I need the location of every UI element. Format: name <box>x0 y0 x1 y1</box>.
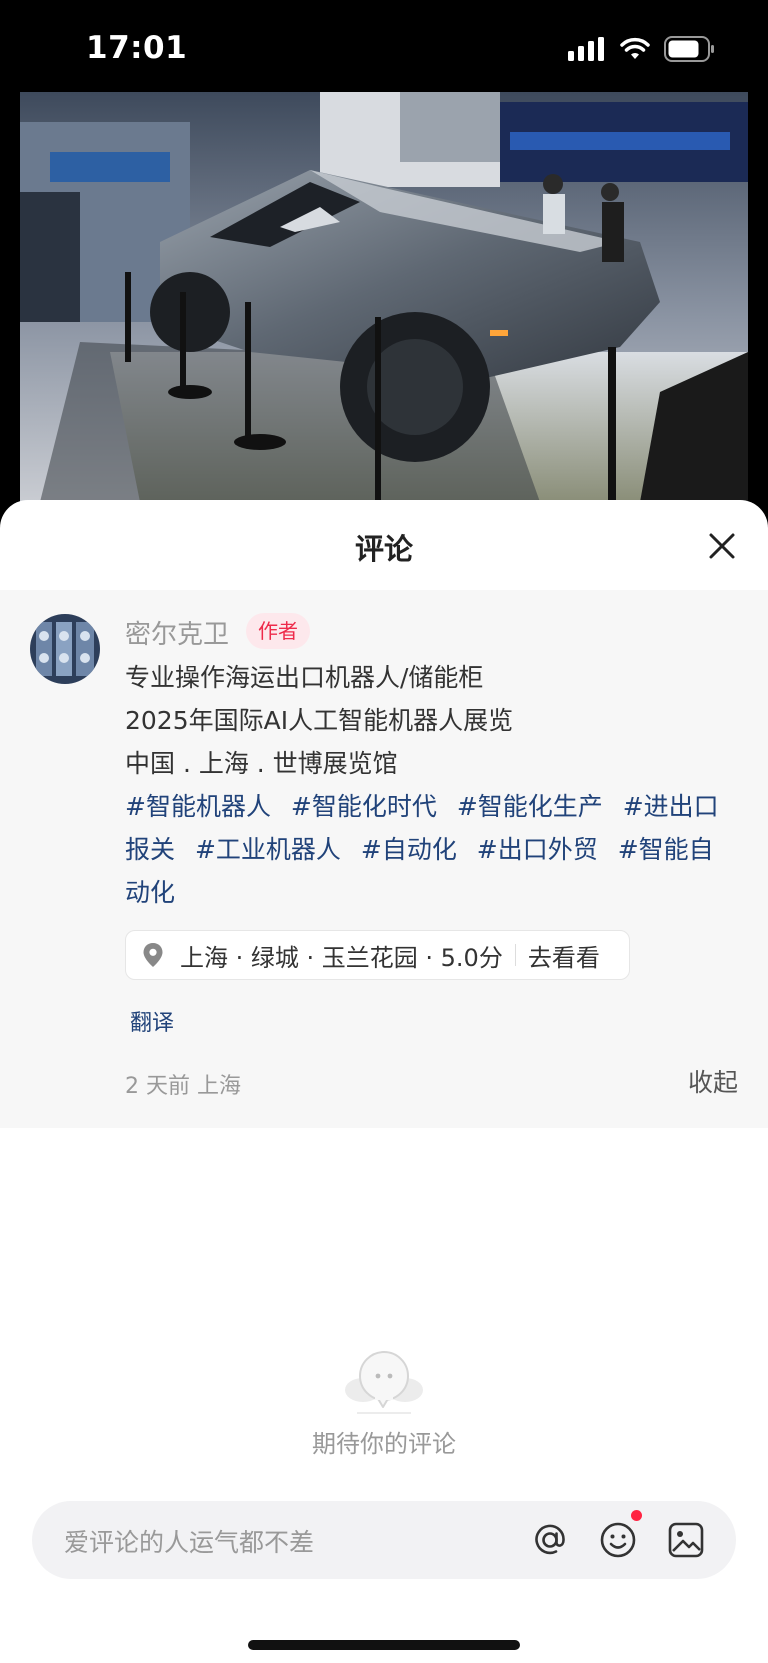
comment-input[interactable]: 爱评论的人运气都不差 <box>32 1501 736 1579</box>
post-body: 专业操作海运出口机器人/储能柜 2025年国际AI人工智能机器人展览 中国 . … <box>125 656 735 914</box>
hashtag[interactable]: #智能化生产 <box>457 792 603 821</box>
sheet-header: 评论 <box>0 500 768 590</box>
divider <box>514 944 516 966</box>
post-meta: 2 天前 上海 <box>125 1074 241 1099</box>
wifi-icon <box>620 37 650 59</box>
author-post: 密尔克卫 作者 专业操作海运出口机器人/储能柜 2025年国际AI人工智能机器人… <box>0 590 768 1128</box>
post-line: 中国 . 上海 . 世博展览馆 <box>125 749 398 778</box>
emoji-icon[interactable] <box>598 1510 642 1560</box>
empty-text: 期待你的评论 <box>312 1430 456 1458</box>
image-icon[interactable] <box>666 1520 706 1560</box>
hashtag-list: #智能机器人 #智能化时代 #智能化生产 #进出口报关 #工业机器人 #自动化 … <box>125 785 735 914</box>
hashtag[interactable]: #智能化时代 <box>291 792 437 821</box>
hashtag[interactable]: #智能机器人 <box>125 792 271 821</box>
notification-dot <box>631 1510 642 1521</box>
battery-icon <box>664 36 714 62</box>
signal-icon <box>568 37 604 61</box>
author-name[interactable]: 密尔克卫 <box>125 614 229 651</box>
location-chip[interactable]: 上海 · 绿城 · 玉兰花园 · 5.0分 去看看 <box>125 930 630 980</box>
home-indicator <box>248 1640 520 1650</box>
location-text: 上海 · 绿城 · 玉兰花园 · 5.0分 <box>180 943 503 972</box>
close-button[interactable] <box>702 526 742 566</box>
translate-link[interactable]: 翻译 <box>130 1005 174 1037</box>
input-placeholder[interactable]: 爱评论的人运气都不差 <box>64 1523 314 1559</box>
empty-state: 期待你的评论 <box>0 1350 768 1459</box>
hashtag[interactable]: #出口外贸 <box>477 835 598 864</box>
location-pin-icon <box>142 942 164 968</box>
sheet-title: 评论 <box>354 532 413 566</box>
status-bar: 17:01 <box>0 0 768 92</box>
post-line: 2025年国际AI人工智能机器人展览 <box>125 706 514 735</box>
status-time: 17:01 <box>86 30 188 66</box>
post-line: 专业操作海运出口机器人/储能柜 <box>125 663 484 692</box>
close-icon <box>709 533 735 559</box>
hashtag[interactable]: #自动化 <box>361 835 457 864</box>
at-icon[interactable] <box>530 1520 570 1560</box>
post-photo[interactable] <box>20 92 748 502</box>
status-icons <box>568 36 716 62</box>
avatar[interactable] <box>30 614 100 684</box>
author-badge: 作者 <box>246 613 310 649</box>
location-action[interactable]: 去看看 <box>528 938 600 973</box>
comment-sheet: 评论 密尔克卫 作者 专业操作海运出口机器人/储能柜 2025年国际AI人工智能… <box>0 500 768 1663</box>
hashtag[interactable]: #工业机器人 <box>195 835 341 864</box>
chat-bubble-icon <box>341 1350 427 1416</box>
input-actions <box>530 1510 706 1560</box>
collapse-button[interactable]: 收起 <box>688 1063 738 1099</box>
